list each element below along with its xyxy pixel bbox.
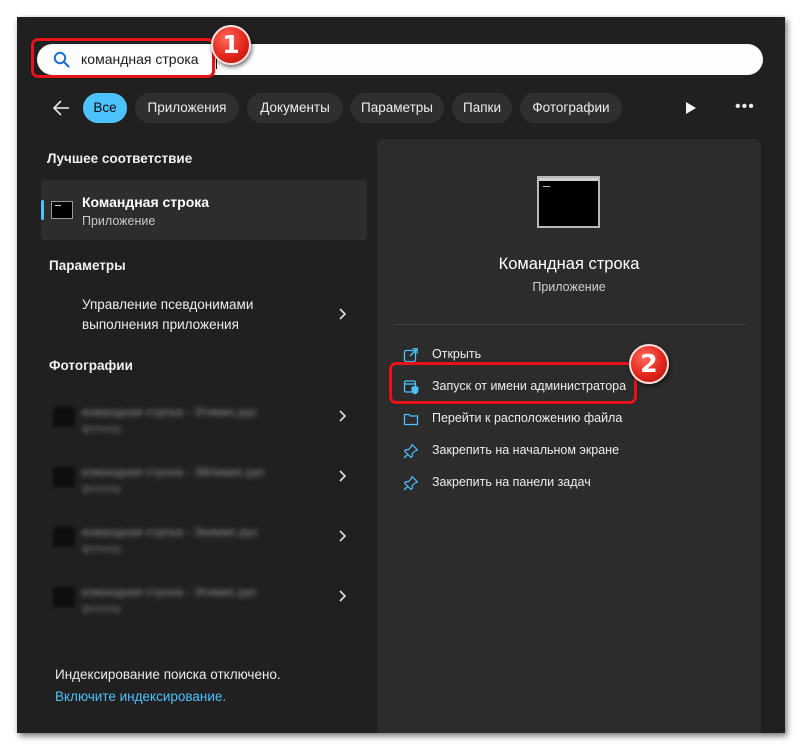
photo-result-sub: фтmosty	[82, 604, 122, 615]
chevron-right-icon[interactable]	[337, 529, 347, 543]
photo-result-sub: фтmosty	[82, 544, 122, 555]
action-open-label: Открыть	[432, 347, 482, 361]
highlight-search-box	[31, 38, 215, 78]
action-open-file-location[interactable]: Перейти к расположению файла	[401, 408, 731, 434]
play-icon[interactable]	[685, 101, 697, 115]
photo-result-path: - Этимис.рус	[186, 585, 257, 599]
settings-heading: Параметры	[49, 258, 126, 273]
photo-thumbnail	[53, 407, 75, 427]
tab-settings[interactable]: Параметры	[350, 93, 444, 123]
divider	[394, 324, 746, 325]
action-pin-to-start[interactable]: Закрепить на начальном экране	[401, 440, 731, 466]
photo-result-path: - Экиммс.рус	[186, 525, 259, 539]
details-app-type: Приложение	[532, 280, 606, 294]
photo-result-item[interactable]: командная строка - Этимис.рус фтmosty	[41, 401, 367, 451]
enable-indexing-link[interactable]: Включите индексирование.	[55, 689, 226, 704]
highlight-run-as-admin	[389, 362, 637, 404]
action-open-file-location-label: Перейти к расположению файла	[432, 411, 623, 425]
tab-photos[interactable]: Фотографии	[520, 93, 622, 123]
settings-result-item[interactable]: Управление псевдонимами выполнения прило…	[41, 293, 367, 343]
search-window: командная строка 1 Все Приложения Докуме…	[17, 17, 785, 733]
tab-documents[interactable]: Документы	[247, 93, 343, 123]
photo-result-sub: фтmosty	[82, 484, 122, 495]
best-match-item[interactable]: Командная строка Приложение	[41, 180, 367, 240]
photo-thumbnail	[53, 527, 75, 547]
chevron-right-icon[interactable]	[337, 307, 347, 321]
photo-result-name: командная строка	[82, 585, 183, 599]
chevron-right-icon[interactable]	[337, 469, 347, 483]
more-options-icon[interactable]: •••	[735, 98, 755, 116]
best-match-type: Приложение	[82, 214, 156, 228]
photo-result-name: командная строка	[82, 405, 183, 419]
tab-folders[interactable]: Папки	[452, 93, 512, 123]
photo-thumbnail	[53, 587, 75, 607]
chevron-right-icon[interactable]	[337, 589, 347, 603]
step-badge-1: 1	[211, 25, 251, 65]
action-pin-to-taskbar-label: Закрепить на панели задач	[432, 475, 591, 489]
chevron-right-icon[interactable]	[337, 409, 347, 423]
filter-bar: Все Приложения Документы Параметры Папки…	[41, 93, 771, 125]
best-match-name: Командная строка	[82, 194, 210, 210]
pin-icon	[403, 443, 419, 459]
step-badge-2: 2	[629, 344, 669, 384]
details-panel: Командная строка Приложение Открыть Запу…	[377, 139, 761, 733]
command-prompt-large-icon	[537, 176, 600, 228]
command-prompt-icon	[51, 201, 73, 219]
tab-apps[interactable]: Приложения	[135, 93, 239, 123]
photo-result-sub: фтmosty	[82, 424, 122, 435]
photos-heading: Фотографии	[49, 358, 133, 373]
action-pin-to-start-label: Закрепить на начальном экране	[432, 443, 620, 457]
photo-result-name: командная строка	[82, 525, 183, 539]
indexing-status: Индексирование поиска отключено.	[55, 667, 281, 682]
folder-icon	[403, 413, 419, 426]
details-app-name: Командная строка	[498, 255, 640, 273]
photo-result-item[interactable]: командная строка - Этимис.рус фтmosty	[41, 581, 367, 631]
pin-icon	[403, 475, 419, 491]
selection-indicator	[41, 200, 44, 220]
photo-result-name: командная строка	[82, 465, 183, 479]
settings-result-label: Управление псевдонимами выполнения прило…	[82, 297, 254, 332]
open-external-icon	[403, 348, 418, 363]
photo-result-item[interactable]: командная строка - Экиммс.рус фтmosty	[41, 521, 367, 571]
photo-result-path: - Этимис.рус	[186, 405, 257, 419]
action-pin-to-taskbar[interactable]: Закрепить на панели задач	[401, 472, 731, 498]
back-arrow-icon[interactable]	[51, 98, 71, 118]
photo-result-item[interactable]: командная строка - Эйлимис.рус фтmosty	[41, 461, 367, 511]
best-match-heading: Лучшее соответствие	[47, 151, 193, 166]
photo-result-path: - Эйлимис.рус	[186, 465, 266, 479]
tab-all[interactable]: Все	[83, 93, 127, 123]
photo-thumbnail	[53, 467, 75, 487]
